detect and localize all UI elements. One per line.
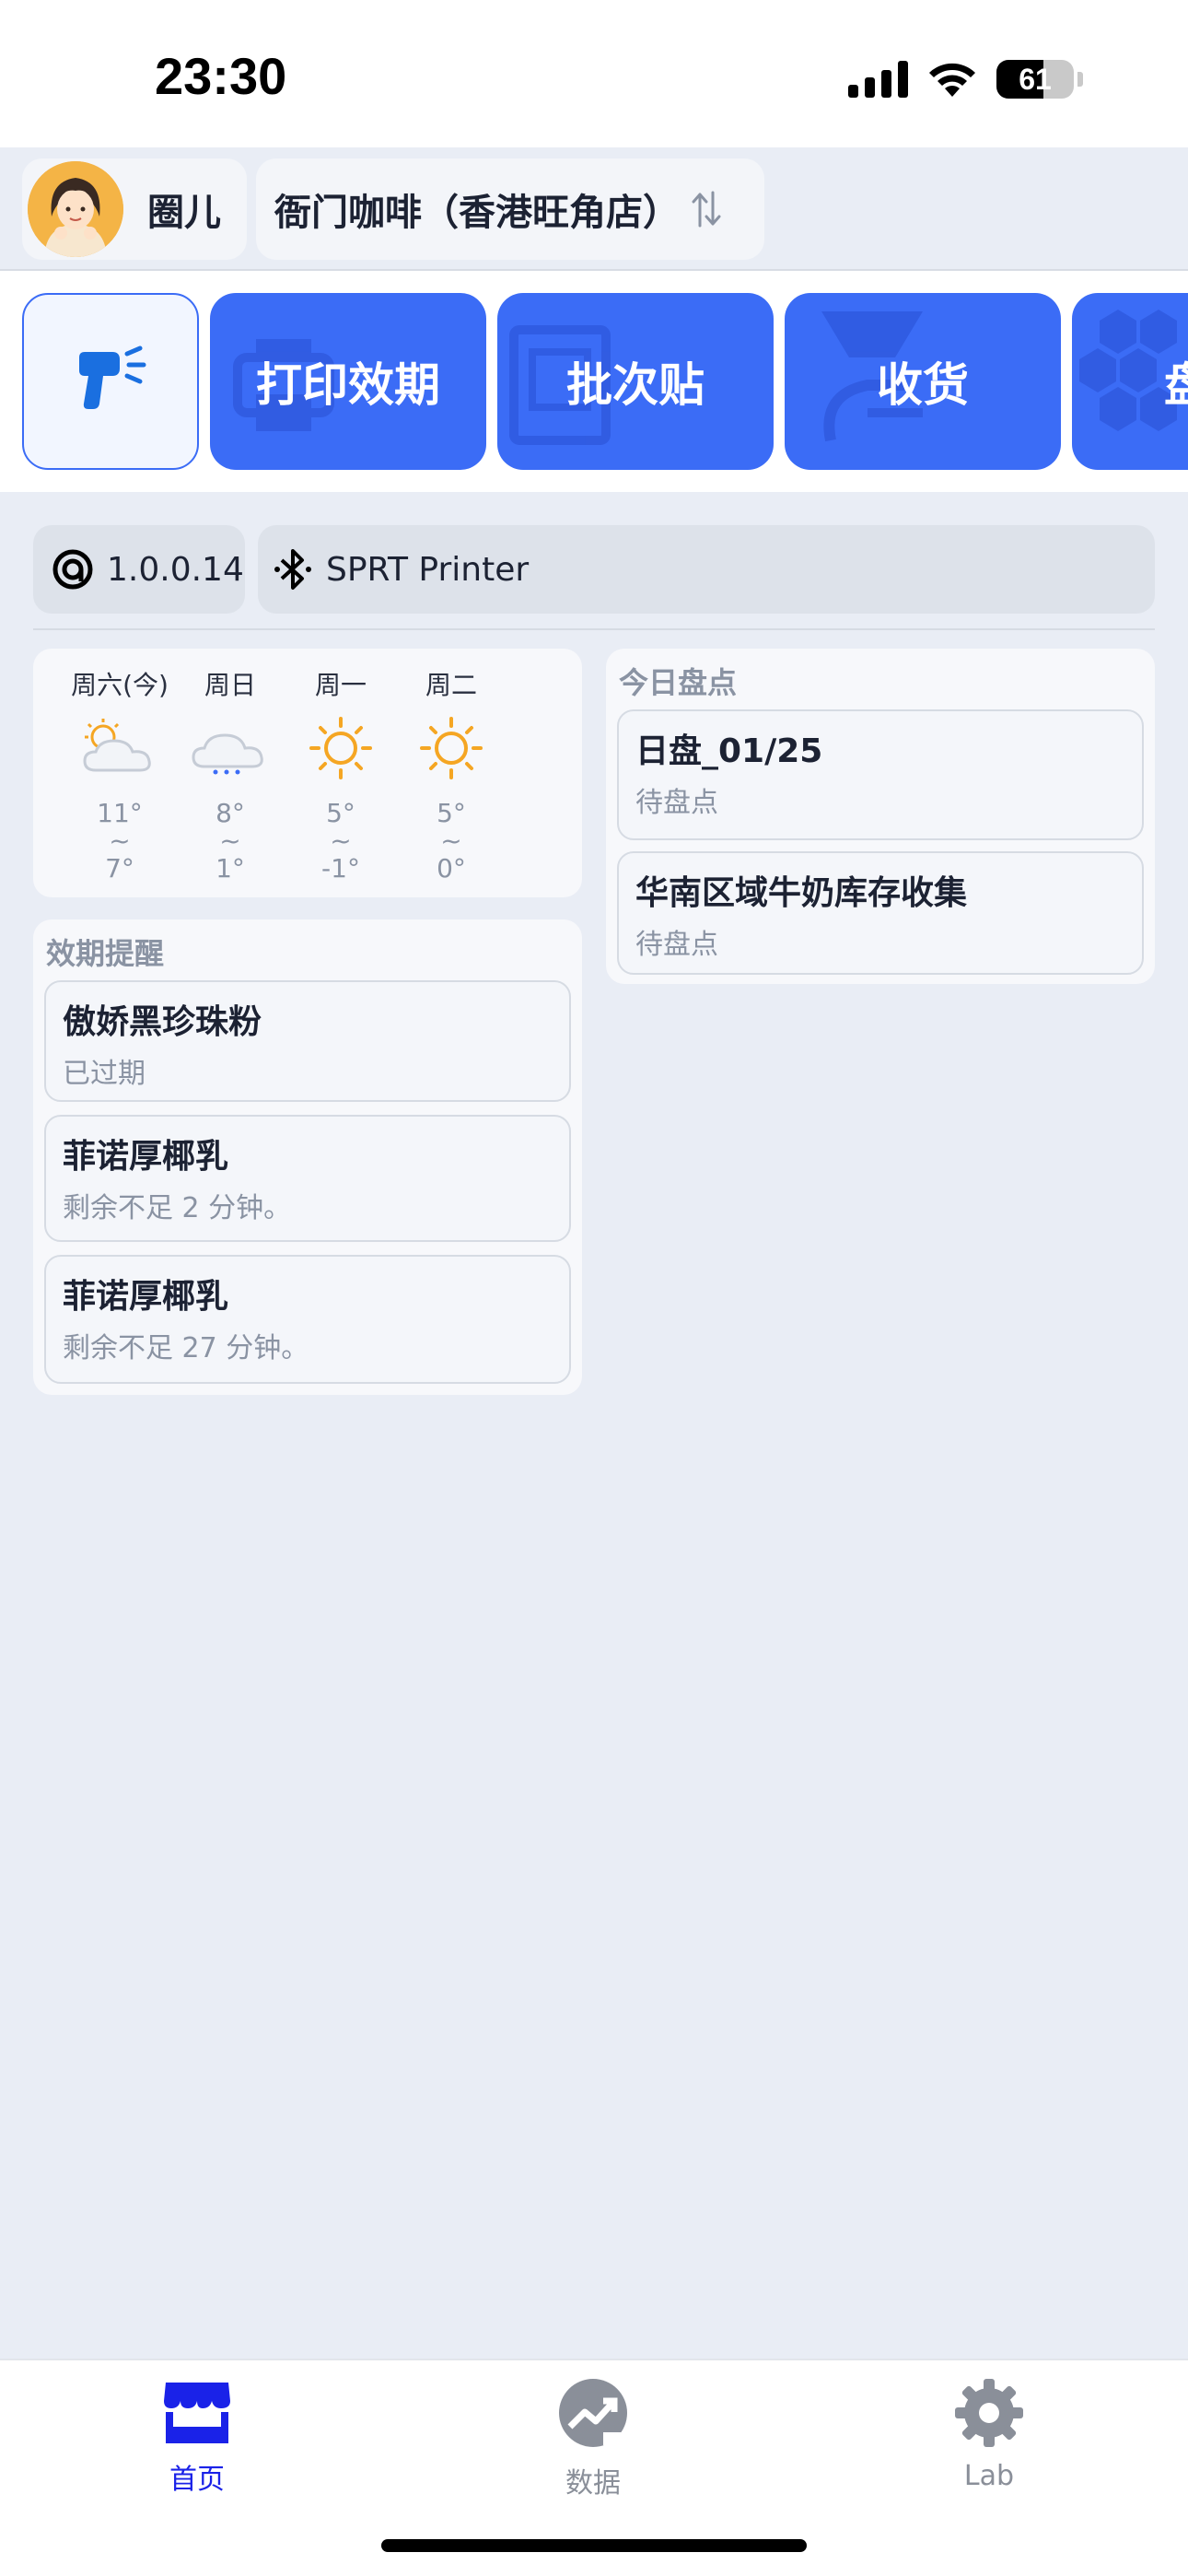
print-expiry-label: 打印效期 [256, 358, 440, 412]
battery-level: 61 [1019, 62, 1052, 96]
home-indicator[interactable] [381, 2539, 807, 2552]
weather-day-name: 周二 [425, 670, 477, 700]
weather-day-name: 周六(今) [71, 670, 169, 700]
stocktake-item-title: 华南区域牛奶库存收集 [635, 874, 968, 912]
stocktake-item-status: 待盘点 [635, 929, 718, 961]
tab-lab-label: Lab [963, 2460, 1015, 2492]
weather-sep: ~ [440, 825, 462, 856]
expiry-item-status: 剩余不足 2 分钟。 [63, 1192, 292, 1224]
user-switcher[interactable]: 圈儿 [22, 158, 247, 260]
weather-low: -1° [321, 853, 360, 884]
expiry-section-title: 效期提醒 [46, 936, 165, 971]
version-ring-icon [52, 549, 93, 590]
weather-low: 7° [105, 853, 134, 884]
stocktake-item[interactable]: 日盘_01/25 待盘点 [617, 709, 1144, 840]
wifi-icon [929, 63, 975, 97]
status-time: 23:30 [155, 47, 287, 105]
cellular-signal-icon [848, 61, 908, 98]
stocktake-item-status: 待盘点 [635, 787, 718, 819]
swap-arrows-icon[interactable] [691, 189, 722, 229]
expiry-item-title: 菲诺厚椰乳 [63, 1138, 229, 1176]
batch-label-button[interactable]: 批次贴 [497, 293, 774, 470]
tab-home[interactable]: 首页 [123, 2377, 271, 2497]
today-stocktake-card: 今日盘点 日盘_01/25 待盘点 华南区域牛奶库存收集 待盘点 [606, 649, 1155, 984]
printer-chip[interactable]: SPRT Printer [258, 525, 1155, 614]
scanner-gun-icon [79, 345, 146, 409]
avatar[interactable] [28, 161, 123, 257]
weather-sep: ~ [330, 825, 352, 856]
weather-high: 5° [437, 798, 466, 828]
quick-actions-bar[interactable]: 打印效期 批次贴 收货 盘 [0, 271, 1188, 492]
version-text: 1.0.0.14 [107, 550, 244, 589]
weather-sep: ~ [219, 825, 241, 856]
weather-card: 周六(今) 11° ~ 7° 周日 8° ~ 1° 周一 5° ~ -1° 周二… [33, 649, 582, 897]
weather-day: 周二 5° ~ 0° [396, 665, 507, 883]
gear-icon [955, 2379, 1023, 2447]
weather-sep: ~ [109, 825, 131, 856]
weather-day: 周一 5° ~ -1° [285, 665, 396, 883]
sunny-icon [309, 717, 372, 779]
expiry-item[interactable]: 傲娇黑珍珠粉 已过期 [44, 980, 571, 1102]
expiry-item-status: 已过期 [63, 1058, 146, 1090]
content-divider [33, 628, 1155, 630]
partly-cloudy-icon [83, 719, 151, 772]
tab-lab[interactable]: Lab [915, 2377, 1063, 2492]
stocktake-label: 盘 [1164, 358, 1188, 412]
expiry-item[interactable]: 菲诺厚椰乳 剩余不足 27 分钟。 [44, 1255, 571, 1384]
light-rain-icon [192, 733, 263, 775]
stocktake-item[interactable]: 华南区域牛奶库存收集 待盘点 [617, 851, 1144, 975]
version-chip[interactable]: 1.0.0.14 [33, 525, 245, 614]
scan-button[interactable] [22, 293, 199, 470]
stocktake-button[interactable]: 盘 [1072, 293, 1188, 470]
receive-goods-button[interactable]: 收货 [785, 293, 1061, 470]
print-expiry-button[interactable]: 打印效期 [210, 293, 486, 470]
bluetooth-icon [274, 549, 311, 590]
sunny-icon [420, 717, 483, 779]
expiry-item-title: 傲娇黑珍珠粉 [63, 1003, 262, 1041]
weather-low: 1° [215, 853, 245, 884]
weather-day: 周日 8° ~ 1° [175, 665, 285, 883]
user-name: 圈儿 [147, 192, 221, 234]
chart-trend-icon [559, 2379, 627, 2447]
expiry-item[interactable]: 菲诺厚椰乳 剩余不足 2 分钟。 [44, 1115, 571, 1242]
tab-data-label: 数据 [565, 2467, 621, 2500]
stocktake-section-title: 今日盘点 [619, 665, 738, 700]
battery-icon: 61 [996, 60, 1074, 99]
weather-low: 0° [437, 853, 466, 884]
weather-day-name: 周日 [204, 670, 256, 700]
stocktake-item-title: 日盘_01/25 [635, 732, 823, 770]
weather-day-name: 周一 [314, 670, 367, 700]
status-bar: 23:30 61 [0, 0, 1188, 147]
tab-data[interactable]: 数据 [519, 2377, 667, 2500]
weather-high: 11° [97, 798, 143, 828]
receive-goods-label: 收货 [877, 358, 969, 412]
weather-high: 8° [215, 798, 245, 828]
expiry-reminder-card: 效期提醒 傲娇黑珍珠粉 已过期 菲诺厚椰乳 剩余不足 2 分钟。 菲诺厚椰乳 剩… [33, 919, 582, 1395]
expiry-item-title: 菲诺厚椰乳 [63, 1278, 229, 1316]
store-icon [164, 2383, 230, 2443]
store-switcher[interactable]: 衙门咖啡（香港旺角店） [256, 158, 764, 260]
status-icons: 61 [848, 57, 1083, 101]
expiry-item-status: 剩余不足 27 分钟。 [63, 1332, 309, 1364]
weather-day: 周六(今) 11° ~ 7° [64, 665, 175, 883]
printer-name: SPRT Printer [326, 550, 530, 589]
tab-home-label: 首页 [169, 2464, 225, 2496]
weather-high: 5° [326, 798, 355, 828]
store-name: 衙门咖啡（香港旺角店） [274, 192, 680, 234]
batch-label-label: 批次贴 [566, 358, 705, 412]
